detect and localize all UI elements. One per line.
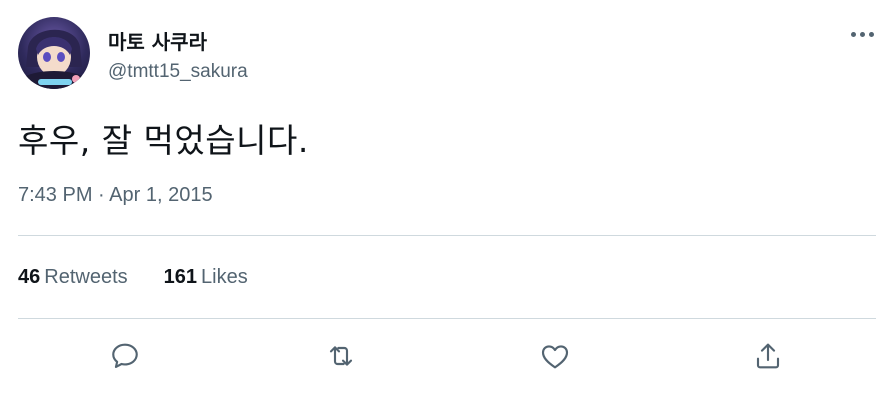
like-icon: [541, 345, 569, 369]
likes-count: 161: [163, 266, 197, 288]
reply-icon: [112, 343, 138, 368]
tweet-card: 마토 사쿠라 @tmtt15_sakura 후우, 잘 먹었습니다. 7:43 …: [0, 0, 894, 409]
user-handle[interactable]: @tmtt15_sakura: [108, 61, 248, 83]
more-dot-icon: [868, 31, 874, 37]
retweets-stat[interactable]: 46 Retweets: [18, 266, 128, 289]
tweet-stats: 46 Retweets 161 Likes: [18, 266, 248, 289]
divider: [18, 235, 876, 236]
likes-label: Likes: [201, 266, 248, 288]
retweets-label: Retweets: [44, 266, 128, 288]
divider: [18, 318, 876, 319]
retweets-count: 46: [18, 266, 41, 288]
avatar[interactable]: [18, 17, 90, 89]
retweet-icon: [329, 346, 353, 366]
more-options-button[interactable]: [842, 20, 882, 48]
share-button[interactable]: [748, 336, 788, 376]
display-name[interactable]: 마토 사쿠라: [108, 26, 207, 55]
retweet-button[interactable]: [321, 336, 361, 376]
like-button[interactable]: [535, 336, 575, 376]
more-dot-icon: [859, 31, 865, 37]
tweet-timestamp[interactable]: 7:43 PM · Apr 1, 2015: [18, 184, 213, 207]
avatar-image: [24, 29, 84, 89]
likes-stat[interactable]: 161 Likes: [164, 266, 248, 289]
tweet-text: 후우, 잘 먹었습니다.: [18, 121, 309, 160]
reply-button[interactable]: [105, 336, 145, 376]
more-dot-icon: [850, 31, 856, 37]
share-icon: [756, 343, 780, 369]
action-bar: [0, 336, 894, 376]
